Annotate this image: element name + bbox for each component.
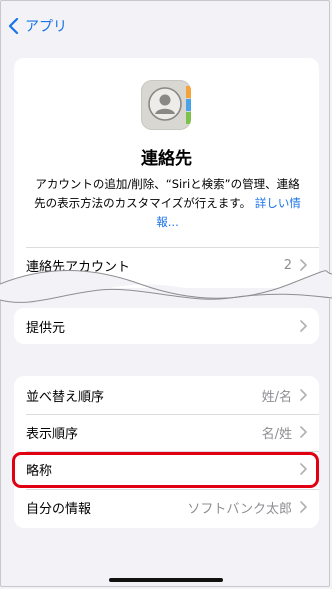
row-label: 略称 <box>26 463 53 479</box>
app-info-card: 連絡先 アカウントの追加/削除、“Siriと検索”の管理、連絡先の表示方法のカス… <box>14 58 319 288</box>
back-button[interactable]: アプリ <box>8 14 67 38</box>
row-label: 並べ替え順序 <box>26 389 105 405</box>
settings-list-card: 並べ替え順序 姓/名 表示順序 名/姓 略称 自分の情報 ソフトバンク太郎 <box>14 376 319 528</box>
home-indicator <box>109 578 223 582</box>
contacts-app-icon <box>141 80 191 130</box>
person-icon <box>148 87 182 121</box>
icon-tab-blue <box>186 99 191 111</box>
row-label: 提供元 <box>26 320 66 336</box>
app-title: 連絡先 <box>141 149 192 169</box>
chevron-right-icon <box>300 389 307 401</box>
row-value: ソフトバンク太郎 <box>187 501 292 517</box>
app-description: アカウントの追加/削除、“Siriと検索”の管理、連絡先の表示方法のカスタマイズ… <box>30 175 305 232</box>
sort-order-row[interactable]: 並べ替え順序 姓/名 <box>14 378 319 412</box>
chevron-right-icon <box>300 463 307 475</box>
row-value: 姓/名 <box>261 389 292 405</box>
chevron-right-icon <box>300 426 307 438</box>
short-name-row[interactable]: 略称 <box>14 452 319 486</box>
chevron-right-icon <box>300 320 307 332</box>
row-value: 名/姓 <box>261 426 292 442</box>
torn-edge-divider <box>0 270 332 305</box>
provider-card: 提供元 <box>14 308 319 344</box>
icon-tab-orange <box>186 86 191 98</box>
display-order-row[interactable]: 表示順序 名/姓 <box>14 415 319 449</box>
back-label: アプリ <box>25 19 67 35</box>
chevron-right-icon <box>300 501 307 513</box>
my-info-row[interactable]: 自分の情報 ソフトバンク太郎 <box>14 490 319 524</box>
row-label: 表示順序 <box>26 426 79 442</box>
provider-row[interactable]: 提供元 <box>14 309 319 343</box>
row-label: 自分の情報 <box>26 501 92 517</box>
chevron-left-icon <box>8 18 19 34</box>
icon-tab-green <box>186 112 191 124</box>
